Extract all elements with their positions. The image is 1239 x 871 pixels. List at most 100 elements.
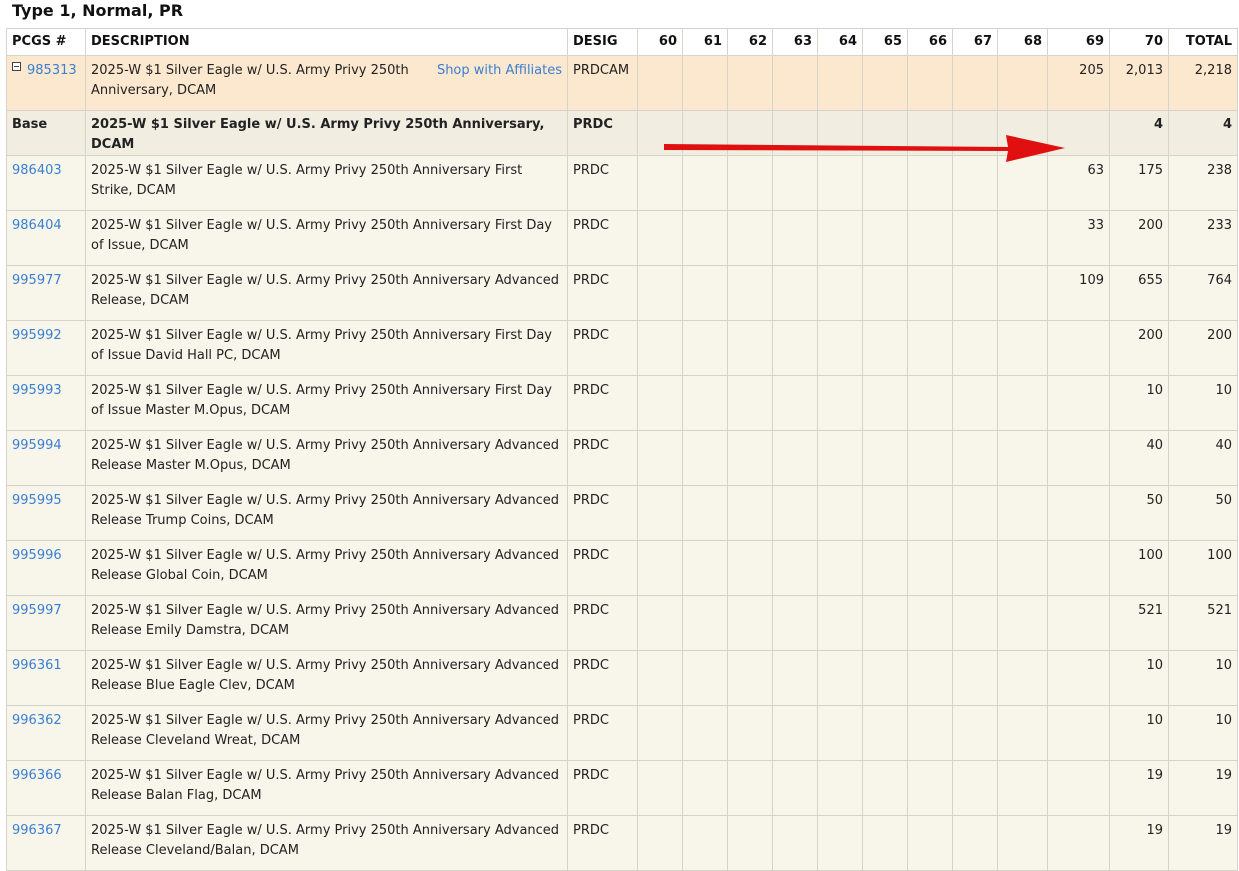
grade-64-cell — [817, 705, 863, 761]
grade-60-cell — [637, 375, 683, 431]
grade-63-cell — [772, 540, 818, 596]
pcgs-number-link[interactable]: 996366 — [12, 768, 62, 783]
grade-69-count — [1047, 375, 1110, 431]
grade-65-cell — [862, 265, 908, 321]
pcgs-number-link[interactable]: 995994 — [12, 438, 62, 453]
table-row: 995993 2025-W $1 Silver Eagle w/ U.S. Arm… — [6, 375, 1238, 431]
grade-70-count: 19 — [1109, 815, 1169, 871]
grade-63-cell — [772, 705, 818, 761]
row-desig: PRDC — [567, 760, 638, 816]
table-row: 995977 2025-W $1 Silver Eagle w/ U.S. Arm… — [6, 265, 1238, 321]
grade-68-cell — [997, 320, 1048, 376]
grade-62-cell — [727, 155, 773, 211]
header-grade-65: 65 — [862, 28, 908, 56]
pcgs-cell: 995996 — [6, 540, 86, 596]
grade-67-cell — [952, 595, 998, 651]
grade-63-cell — [772, 815, 818, 871]
grade-68-cell — [997, 265, 1048, 321]
grade-61-cell — [682, 760, 728, 816]
pcgs-number-link[interactable]: 996362 — [12, 713, 62, 728]
grade-64-cell — [817, 265, 863, 321]
table-row: 986403 2025-W $1 Silver Eagle w/ U.S. Arm… — [6, 155, 1238, 211]
shop-with-affiliates-link[interactable]: Shop with Affiliates — [437, 61, 562, 81]
grade-67-cell — [952, 210, 998, 266]
grade-66-cell — [907, 485, 953, 541]
grade-70-count: 175 — [1109, 155, 1169, 211]
table-row: 996361 2025-W $1 Silver Eagle w/ U.S. Arm… — [6, 650, 1238, 706]
table-row: 995992 2025-W $1 Silver Eagle w/ U.S. Arm… — [6, 320, 1238, 376]
grade-60-cell — [637, 650, 683, 706]
grade-63-cell — [772, 430, 818, 486]
pcgs-cell: 986404 — [6, 210, 86, 266]
parent-grade-70: 2,013 — [1109, 55, 1169, 111]
pcgs-number-link[interactable]: 995997 — [12, 603, 62, 618]
pcgs-number-link[interactable]: 995993 — [12, 383, 62, 398]
pcgs-number-link[interactable]: 986404 — [12, 218, 62, 233]
pcgs-number-link[interactable]: 995996 — [12, 548, 62, 563]
row-description: 2025-W $1 Silver Eagle w/ U.S. Army Priv… — [85, 320, 568, 376]
grade-60-cell — [637, 705, 683, 761]
grade-62-cell — [727, 650, 773, 706]
grade-70-count: 200 — [1109, 210, 1169, 266]
grade-63-cell — [772, 265, 818, 321]
collapse-minus-icon[interactable] — [12, 62, 21, 71]
pcgs-number-link[interactable]: 995992 — [12, 328, 62, 343]
grade-69-count — [1047, 760, 1110, 816]
grade-70-count: 100 — [1109, 540, 1169, 596]
grade-65-cell — [862, 760, 908, 816]
grade-68-cell — [997, 760, 1048, 816]
pcgs-number-link[interactable]: 996367 — [12, 823, 62, 838]
grade-67-cell — [952, 540, 998, 596]
row-desig: PRDC — [567, 320, 638, 376]
grade-61-cell — [682, 265, 728, 321]
row-desig: PRDC — [567, 650, 638, 706]
grade-60-cell — [637, 155, 683, 211]
grade-64-cell — [817, 815, 863, 871]
grade-66-cell — [907, 595, 953, 651]
row-total: 764 — [1168, 265, 1238, 321]
grade-67-cell — [952, 375, 998, 431]
grade-65-cell — [862, 430, 908, 486]
grade-66-cell — [907, 705, 953, 761]
row-total: 40 — [1168, 430, 1238, 486]
grade-68-cell — [997, 430, 1048, 486]
pcgs-number-link[interactable]: 986403 — [12, 163, 62, 178]
table-row: 996367 2025-W $1 Silver Eagle w/ U.S. Arm… — [6, 815, 1238, 871]
grade-65-cell — [862, 320, 908, 376]
grade-67-cell — [952, 430, 998, 486]
parent-description-cell: Shop with Affiliates 2025-W $1 Silver Ea… — [85, 55, 568, 111]
grade-67-cell — [952, 705, 998, 761]
row-desig: PRDC — [567, 375, 638, 431]
grade-68-cell — [997, 375, 1048, 431]
pcgs-number-link[interactable]: 995977 — [12, 273, 62, 288]
pcgs-number-link[interactable]: 996361 — [12, 658, 62, 673]
grade-68-cell — [997, 155, 1048, 211]
grade-61-cell — [682, 705, 728, 761]
pcgs-cell: 995992 — [6, 320, 86, 376]
grade-62-cell — [727, 320, 773, 376]
grade-68-cell — [997, 815, 1048, 871]
grade-69-count — [1047, 650, 1110, 706]
grade-60-cell — [637, 430, 683, 486]
parent-row: 985313 Shop with Affiliates 2025-W $1 Si… — [6, 55, 1238, 111]
pcgs-number-link[interactable]: 995995 — [12, 493, 62, 508]
grade-64-cell — [817, 650, 863, 706]
grade-68-cell — [997, 210, 1048, 266]
grade-61-cell — [682, 430, 728, 486]
parent-pcgs-link[interactable]: 985313 — [27, 63, 77, 78]
header-description: DESCRIPTION — [85, 28, 568, 56]
parent-desig: PRDCAM — [567, 55, 638, 111]
grade-65-cell — [862, 705, 908, 761]
grade-67-cell — [952, 815, 998, 871]
grade-60-cell — [637, 815, 683, 871]
header-grade-66: 66 — [907, 28, 953, 56]
grade-64-cell — [817, 760, 863, 816]
grade-67-cell — [952, 485, 998, 541]
grade-61-cell — [682, 320, 728, 376]
header-grade-60: 60 — [637, 28, 683, 56]
grade-65-cell — [862, 595, 908, 651]
grade-67-cell — [952, 320, 998, 376]
grade-66-cell — [907, 650, 953, 706]
grade-63-cell — [772, 155, 818, 211]
grade-70-count: 19 — [1109, 760, 1169, 816]
